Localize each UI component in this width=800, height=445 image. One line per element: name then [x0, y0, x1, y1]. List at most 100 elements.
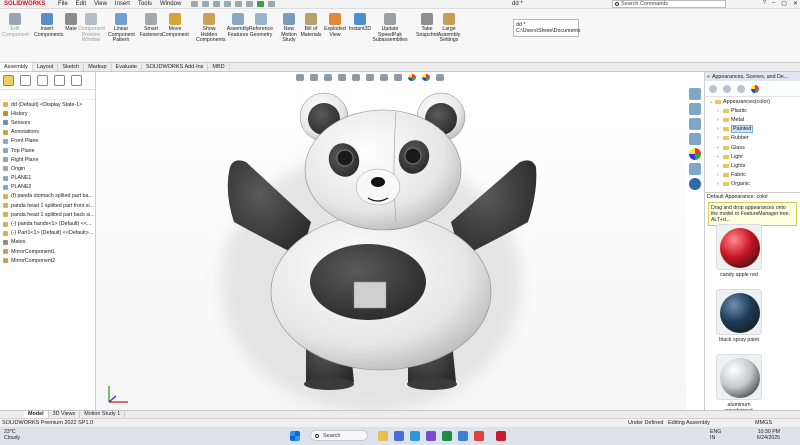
appearance-category-plastic[interactable]: › Plastic	[705, 106, 800, 115]
store-icon[interactable]	[458, 431, 468, 441]
display-manager-icon[interactable]	[71, 75, 82, 86]
appearances-icon[interactable]	[689, 148, 701, 160]
ribbon-edit-component-button[interactable]: Edit Component	[2, 13, 29, 38]
model-tab-motion-study-1[interactable]: Motion Study 1	[80, 411, 126, 418]
file-explorer-icon[interactable]	[689, 118, 701, 130]
tree-item[interactable]: Mates	[0, 238, 95, 247]
appearance-category-organic[interactable]: › Organic	[705, 180, 800, 189]
ribbon-smart-fasteners-button[interactable]: Smart Fasteners	[138, 13, 164, 38]
tab-layout[interactable]: Layout	[33, 63, 59, 71]
solidworks-forum-icon[interactable]	[689, 178, 701, 190]
close-icon[interactable]: ✕	[793, 0, 798, 7]
tree-item[interactable]: (f) panda stomach splited part ba...	[0, 192, 95, 201]
tree-item[interactable]: dd (Default) <Display State-1>	[0, 100, 95, 109]
tab-mbd[interactable]: MBD	[208, 63, 230, 71]
graphics-area[interactable]	[96, 72, 686, 410]
tree-item[interactable]: Top Plane	[0, 146, 95, 155]
tree-item[interactable]: Origin	[0, 164, 95, 173]
model-tab-3d-views[interactable]: 3D Views	[49, 411, 81, 418]
appearance-swatch-aluminum-powdercoat[interactable]: aluminum powdercoat	[714, 354, 764, 414]
tree-item[interactable]: PLANE1	[0, 174, 95, 183]
restore-icon[interactable]: ▢	[781, 0, 787, 7]
tree-item[interactable]: Annotations	[0, 128, 95, 137]
back-forward-icon[interactable]: «	[707, 74, 710, 80]
design-library-icon[interactable]	[689, 103, 701, 115]
ribbon-reference-geometry-button[interactable]: Reference Geometry	[248, 13, 274, 38]
excel-icon[interactable]	[442, 431, 452, 441]
appearance-category-metal[interactable]: › Metal	[705, 115, 800, 124]
menu-window[interactable]: Window	[160, 1, 181, 7]
appearance-category-light[interactable]: › Light	[705, 152, 800, 161]
ribbon-exploded-view-button[interactable]: Exploded View	[322, 13, 348, 38]
options-icon[interactable]	[268, 1, 276, 7]
tab-sketch[interactable]: Sketch	[58, 63, 85, 71]
clock[interactable]: 10:30 PM 6/24/2025	[742, 429, 780, 441]
tree-item[interactable]: panda head 1 splitted part back si...	[0, 210, 95, 219]
tree-item[interactable]: Front Plane	[0, 137, 95, 146]
ribbon-insert-components-button[interactable]: Insert Components	[34, 13, 63, 38]
appearance-category-rubber[interactable]: › Rubber	[705, 134, 800, 143]
menu-file[interactable]: File	[58, 1, 68, 7]
teams-icon[interactable]	[426, 431, 436, 441]
tree-item[interactable]: Sensors	[0, 118, 95, 127]
search-commands-input[interactable]: Search Commands	[612, 0, 726, 8]
system-tray-language[interactable]: ENG IN	[710, 429, 721, 441]
home-icon[interactable]	[737, 84, 745, 93]
ribbon-update-speedpak-subassemblies-button[interactable]: Update SpeedPak Subassemblies	[372, 13, 408, 44]
chrome-icon[interactable]	[474, 431, 484, 441]
taskbar-search[interactable]: Search	[310, 430, 368, 441]
tree-item[interactable]: MirrorComponent2	[0, 256, 95, 265]
tree-item[interactable]: Right Plane	[0, 155, 95, 164]
rebuild-icon[interactable]	[257, 1, 265, 7]
forward-icon[interactable]	[723, 84, 731, 93]
units-selector[interactable]: MMGS	[755, 420, 772, 426]
tree-item[interactable]: (-) panda hands<1> (Default) <<...	[0, 219, 95, 228]
model-tab-model[interactable]: Model	[24, 411, 49, 418]
tab-assembly[interactable]: Assembly	[0, 63, 33, 71]
appearance-category-painted[interactable]: › Painted	[705, 125, 800, 134]
panda-model[interactable]	[96, 72, 686, 410]
tab-evaluate[interactable]: Evaluate	[112, 63, 142, 71]
menu-view[interactable]: View	[94, 1, 107, 7]
select-icon[interactable]	[246, 1, 254, 7]
back-icon[interactable]	[709, 84, 717, 93]
tree-item[interactable]: History	[0, 109, 95, 118]
tree-item[interactable]: PLANE2	[0, 183, 95, 192]
weather-widget[interactable]: 23°C Cloudy	[4, 429, 20, 441]
tree-item[interactable]: panda head 1 splitted part front si...	[0, 201, 95, 210]
solidworks-app-icon[interactable]	[496, 431, 506, 441]
ribbon-show-hidden-components-button[interactable]: Show Hidden Components	[196, 13, 225, 44]
appearance-swatch-candy-apple-red[interactable]: candy apple red	[714, 224, 764, 278]
appearance-swatch-black-spray-paint[interactable]: black spray paint	[714, 289, 764, 343]
ribbon-move-component-button[interactable]: Move Component	[162, 13, 189, 38]
configuration-manager-icon[interactable]	[37, 75, 48, 86]
feature-manager-icon[interactable]	[3, 75, 14, 86]
custom-properties-icon[interactable]	[689, 163, 701, 175]
menu-insert[interactable]: Insert	[115, 1, 130, 7]
edge-icon[interactable]	[410, 431, 420, 441]
open-icon[interactable]	[202, 1, 210, 7]
tree-item[interactable]: MirrorComponent1	[0, 247, 95, 256]
dimxpert-icon[interactable]	[54, 75, 65, 86]
save-icon[interactable]	[213, 1, 221, 7]
start-icon[interactable]	[290, 431, 300, 441]
tab-markup[interactable]: Markup	[84, 63, 112, 71]
task-view-icon[interactable]	[394, 431, 404, 441]
print-icon[interactable]	[224, 1, 232, 7]
minimize-icon[interactable]: –	[772, 0, 775, 7]
tab-solidworks-add-ins[interactable]: SOLIDWORKS Add-Ins	[142, 63, 209, 71]
appearance-ball-icon[interactable]	[751, 84, 759, 93]
appearance-category-glass[interactable]: › Glass	[705, 143, 800, 152]
ribbon-component-preview-window-button[interactable]: Component Preview Window	[78, 13, 105, 44]
help-icon[interactable]: ?	[763, 0, 766, 7]
appearance-category-fabric[interactable]: › Fabric	[705, 171, 800, 180]
ribbon-bill-of-materials-button[interactable]: Bill of Materials	[298, 13, 324, 38]
appearances-root[interactable]: ⌄ Appearances(color)	[705, 97, 800, 106]
property-manager-icon[interactable]	[20, 75, 31, 86]
view-palette-icon[interactable]	[689, 133, 701, 145]
tree-item[interactable]: (-) Part1<1> (Default) <<Default>...	[0, 229, 95, 238]
tree-filter-row[interactable]	[0, 90, 95, 100]
new-icon[interactable]	[191, 1, 199, 7]
menu-tools[interactable]: Tools	[138, 1, 152, 7]
ribbon-linear-component-pattern-button[interactable]: Linear Component Pattern	[108, 13, 135, 44]
